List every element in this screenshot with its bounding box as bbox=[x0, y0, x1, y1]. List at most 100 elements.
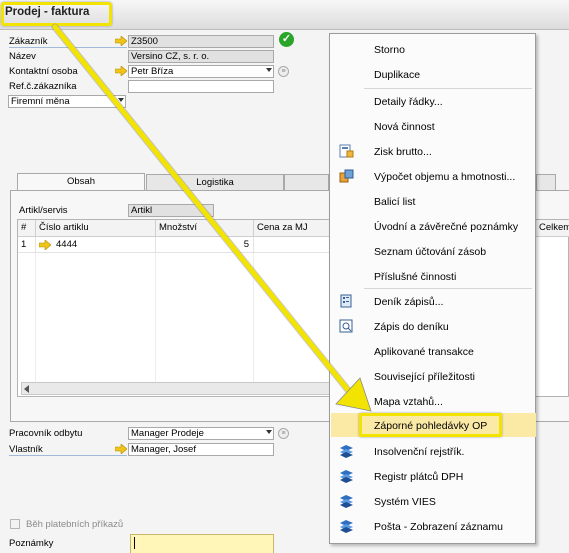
tab-contents[interactable]: Obsah bbox=[17, 173, 145, 191]
currency-value: Firemní měna bbox=[11, 96, 70, 107]
menu-item-label: Balicí list bbox=[374, 196, 416, 208]
menu-item-volume-weight[interactable]: Výpočet objemu a hmotnosti... bbox=[331, 164, 536, 188]
menu-item-label: Výpočet objemu a hmotnosti... bbox=[374, 171, 516, 183]
menu-item-label: Detaily řádky... bbox=[374, 96, 443, 108]
link-arrow-icon[interactable] bbox=[115, 66, 127, 76]
gross-profit-icon bbox=[339, 144, 354, 158]
column-header-num[interactable]: # bbox=[18, 220, 36, 237]
quantity-cell[interactable]: 5 bbox=[156, 237, 254, 253]
menu-item-relationship-map[interactable]: Mapa vztahů... bbox=[331, 389, 536, 413]
title-highlight-box bbox=[1, 2, 112, 26]
journal-icon bbox=[340, 294, 352, 308]
grid-line bbox=[35, 253, 36, 388]
addon-icon bbox=[340, 520, 353, 533]
menu-item-insolvency-register[interactable]: Insolvenční rejstřík. bbox=[331, 439, 536, 463]
owner-underline bbox=[9, 455, 127, 456]
menu-item-label: Zisk brutto... bbox=[374, 146, 432, 158]
title-bar: Prodej - faktura bbox=[0, 0, 569, 30]
sales-employee-value: Manager Prodeje bbox=[131, 428, 204, 439]
addon-icon bbox=[340, 445, 353, 458]
tab-more[interactable] bbox=[536, 174, 556, 191]
addon-icon bbox=[340, 495, 353, 508]
menu-item-label: Příslušné činnosti bbox=[374, 271, 457, 283]
link-arrow-icon[interactable] bbox=[39, 240, 51, 250]
grid-line bbox=[155, 253, 156, 388]
menu-item-opening-closing-remarks[interactable]: Úvodní a závěrečné poznámky bbox=[331, 214, 536, 238]
link-arrow-icon[interactable] bbox=[115, 444, 127, 454]
sales-employee-dropdown[interactable]: Manager Prodeje bbox=[128, 427, 274, 440]
menu-item-label: Duplikace bbox=[374, 69, 421, 81]
payment-run-checkbox[interactable] bbox=[10, 519, 20, 529]
menu-item-vat-payer-register[interactable]: Registr plátců DPH bbox=[331, 464, 536, 488]
context-menu: Storno Duplikace Detaily řádky... Nová č… bbox=[329, 33, 536, 544]
contact-person-value: Petr Bříza bbox=[131, 66, 174, 77]
volume-weight-icon bbox=[339, 169, 354, 183]
check-icon: ✓ bbox=[279, 32, 294, 47]
currency-dropdown[interactable]: Firemní měna bbox=[8, 95, 126, 108]
customer-ref-label: Ref.č.zákazníka bbox=[9, 81, 77, 92]
column-header-item-code[interactable]: Číslo artiklu bbox=[36, 220, 156, 237]
owner-label: Vlastník bbox=[9, 444, 43, 455]
info-icon[interactable]: ≡ bbox=[278, 428, 289, 439]
menu-item-label: Aplikované transakce bbox=[374, 346, 474, 358]
menu-item-duplicate[interactable]: Duplikace bbox=[331, 62, 536, 86]
menu-item-row-details[interactable]: Detaily řádky... bbox=[331, 89, 536, 113]
notes-textarea[interactable] bbox=[130, 534, 274, 553]
scroll-left-icon[interactable] bbox=[24, 385, 29, 393]
customer-ref-field[interactable] bbox=[128, 80, 274, 93]
menu-item-cancel[interactable]: Storno bbox=[331, 37, 536, 61]
menu-item-label: Související příležitosti bbox=[374, 371, 475, 383]
owner-field[interactable]: Manager, Josef bbox=[128, 443, 274, 456]
item-code-cell[interactable]: 4444 bbox=[36, 237, 156, 253]
chevron-down-icon bbox=[266, 68, 272, 72]
text-cursor bbox=[134, 537, 135, 549]
customer-name-field[interactable]: Versino CZ, s. r. o. bbox=[128, 50, 274, 63]
menu-item-packing-list[interactable]: Balicí list bbox=[331, 189, 536, 213]
customer-code-field[interactable]: Z3500 bbox=[128, 35, 274, 48]
menu-item-vies[interactable]: Systém VIES bbox=[331, 489, 536, 513]
row-num: 1 bbox=[18, 237, 36, 253]
chevron-down-icon bbox=[266, 430, 272, 434]
column-header-total[interactable]: Celkem bbox=[536, 220, 569, 237]
menu-item-negative-receivables[interactable]: Záporné pohledávky OP bbox=[331, 413, 536, 437]
sales-invoice-window: Prodej - faktura Zákazník Z3500 ✓ Název … bbox=[0, 0, 569, 553]
chevron-down-icon bbox=[118, 98, 124, 102]
menu-item-label: Deník zápisů... bbox=[374, 296, 444, 308]
menu-item-label: Insolvenční rejstřík. bbox=[374, 446, 465, 458]
menu-item-related-opportunities[interactable]: Související příležitosti bbox=[331, 364, 536, 388]
menu-item-journal-entry[interactable]: Zápis do deníku bbox=[331, 314, 536, 338]
menu-item-label: Nová činnost bbox=[374, 121, 435, 133]
menu-item-label: Mapa vztahů... bbox=[374, 396, 443, 408]
menu-item-label: Storno bbox=[374, 44, 405, 56]
menu-item-inventory-postings[interactable]: Seznam účtování zásob bbox=[331, 239, 536, 263]
column-header-quantity[interactable]: Množství bbox=[156, 220, 254, 237]
link-arrow-icon[interactable] bbox=[115, 36, 127, 46]
menu-item-label: Systém VIES bbox=[374, 496, 436, 508]
sales-employee-label: Pracovník odbytu bbox=[9, 428, 83, 439]
payment-run-label: Běh platebních příkazů bbox=[26, 519, 124, 530]
item-service-label: Artikl/servis bbox=[19, 205, 68, 216]
menu-item-label: Zápis do deníku bbox=[374, 321, 449, 333]
grid-line bbox=[253, 253, 254, 388]
menu-item-mail-record[interactable]: Pošta - Zobrazení záznamu bbox=[331, 514, 536, 538]
journal-entry-icon bbox=[339, 319, 353, 333]
menu-item-new-activity[interactable]: Nová činnost bbox=[331, 114, 536, 138]
item-code-value: 4444 bbox=[56, 239, 78, 250]
contact-person-label: Kontaktní osoba bbox=[9, 66, 78, 77]
horizontal-scrollbar[interactable] bbox=[21, 382, 331, 395]
menu-item-gross-profit[interactable]: Zisk brutto... bbox=[331, 139, 536, 163]
customer-label: Zákazník bbox=[9, 36, 48, 47]
name-label: Název bbox=[9, 51, 36, 62]
menu-item-related-activities[interactable]: Příslušné činnosti bbox=[331, 264, 536, 288]
menu-item-label: Registr plátců DPH bbox=[374, 471, 464, 483]
contact-person-dropdown[interactable]: Petr Bříza bbox=[128, 65, 274, 78]
menu-item-label: Úvodní a závěrečné poznámky bbox=[374, 221, 519, 233]
menu-item-applied-transactions[interactable]: Aplikované transakce bbox=[331, 339, 536, 363]
menu-item-journal-vouchers[interactable]: Deník zápisů... bbox=[331, 289, 536, 313]
notes-label: Poznámky bbox=[9, 538, 54, 549]
tab-logistics[interactable]: Logistika bbox=[146, 174, 284, 191]
item-service-dropdown[interactable]: Artikl bbox=[128, 204, 214, 217]
info-icon[interactable]: ≡ bbox=[278, 66, 289, 77]
menu-item-label: Záporné pohledávky OP bbox=[374, 420, 488, 432]
tab-accounting[interactable] bbox=[284, 174, 329, 191]
